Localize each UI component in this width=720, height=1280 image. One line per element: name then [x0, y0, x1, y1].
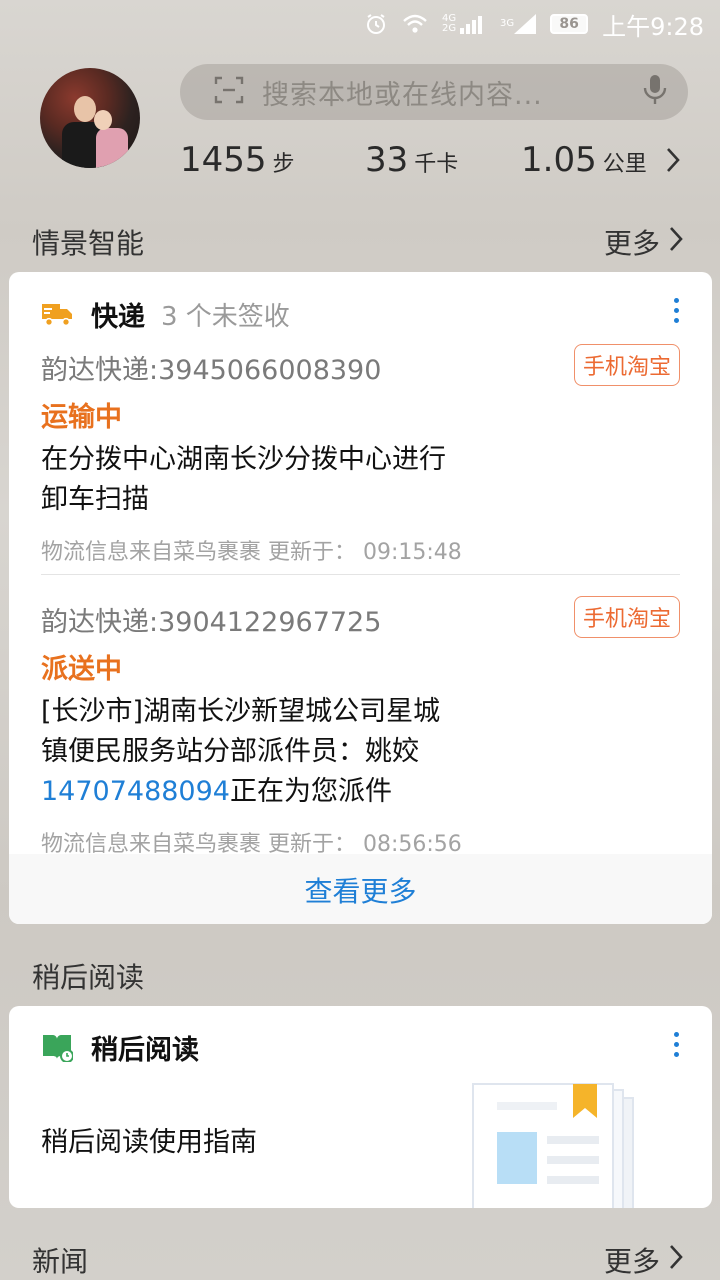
stat-calories: 33 千卡 [365, 140, 459, 180]
news-more-link[interactable]: 更多 [604, 1240, 684, 1280]
search-bar[interactable]: 搜索本地或在线内容... [180, 64, 688, 120]
section-title-read-later: 稍后阅读 [32, 961, 145, 994]
package-detail: 在分拨中心湖南长沙分拨中心进行 卸车扫描 [41, 440, 681, 520]
delivery-truck-icon [41, 301, 73, 327]
article-illustration-icon [471, 1082, 651, 1208]
read-later-card: 稍后阅读 稍后阅读使用指南 [9, 1006, 712, 1208]
chevron-right-icon[interactable] [665, 146, 681, 174]
avatar[interactable] [40, 68, 140, 168]
section-title-news: 新闻 [32, 1245, 89, 1278]
package-status: 派送中 [41, 654, 122, 685]
phone-link[interactable]: 14707488094 [41, 776, 230, 807]
read-later-header: 稍后阅读 [41, 1028, 199, 1066]
package-item[interactable]: 韵达快递:3904122967725 派送中 [长沙市]湖南长沙新望城公司星城 … [41, 600, 681, 858]
divider [41, 574, 680, 575]
signal-3g-icon: 3G [500, 14, 537, 34]
detail-line: 在分拨中心湖南长沙分拨中心进行 [41, 444, 446, 475]
stat-steps: 1455 步 [180, 140, 295, 180]
clock: 上午9:28 [602, 12, 704, 41]
view-more-button[interactable]: 查看更多 [9, 854, 712, 924]
more-label[interactable]: 更多 [604, 222, 660, 262]
read-later-guide-link[interactable]: 稍后阅读使用指南 [41, 1120, 257, 1159]
book-clock-icon [41, 1032, 73, 1062]
detail-line: [长沙市]湖南长沙新望城公司星城 [41, 696, 441, 727]
detail-line: 镇便民服务站分部派件员：姚姣 [41, 736, 419, 767]
scan-icon[interactable] [214, 75, 244, 109]
more-label[interactable]: 更多 [604, 1240, 660, 1280]
package-status: 运输中 [41, 402, 122, 433]
search-input[interactable]: 搜索本地或在线内容... [262, 73, 642, 112]
smart-more-link[interactable]: 更多 [604, 222, 684, 262]
more-options-icon[interactable] [672, 1032, 680, 1057]
microphone-icon[interactable] [642, 74, 668, 110]
status-bar: 4G 2G 3G 86 上午9:28 [0, 0, 720, 48]
express-card: 快递 3 个未签收 手机淘宝 韵达快递:3945066008390 运输中 在分… [9, 272, 712, 924]
health-stats[interactable]: 1455 步 33 千卡 1.05 公里 [180, 138, 690, 182]
read-later-title: 稍后阅读 [91, 1034, 199, 1066]
package-detail: [长沙市]湖南长沙新望城公司星城 镇便民服务站分部派件员：姚姣 14707488… [41, 692, 681, 812]
battery-indicator: 86 [550, 14, 589, 34]
package-meta: 物流信息来自菜鸟裹裹 更新于： 09:15:48 [41, 540, 462, 565]
signal-4g-icon: 4G 2G [442, 14, 486, 34]
package-item[interactable]: 韵达快递:3945066008390 运输中 在分拨中心湖南长沙分拨中心进行 卸… [41, 348, 681, 566]
chevron-right-icon [668, 1243, 684, 1278]
express-card-subtitle: 3 个未签收 [161, 301, 290, 332]
express-card-title: 快递 [91, 301, 145, 333]
detail-line: 14707488094正在为您派件 [41, 772, 681, 812]
wifi-icon [402, 13, 428, 35]
package-company: 韵达快递:3945066008390 [41, 355, 382, 386]
detail-line: 卸车扫描 [41, 484, 149, 515]
alarm-icon [364, 12, 388, 36]
package-company: 韵达快递:3904122967725 [41, 607, 382, 638]
section-title-smart: 情景智能 [32, 227, 145, 260]
stat-distance: 1.05 公里 [521, 140, 647, 180]
more-options-icon[interactable] [672, 298, 680, 323]
detail-text: 正在为您派件 [229, 776, 392, 807]
express-card-header: 快递 3 个未签收 [41, 296, 290, 333]
chevron-right-icon [668, 225, 684, 260]
